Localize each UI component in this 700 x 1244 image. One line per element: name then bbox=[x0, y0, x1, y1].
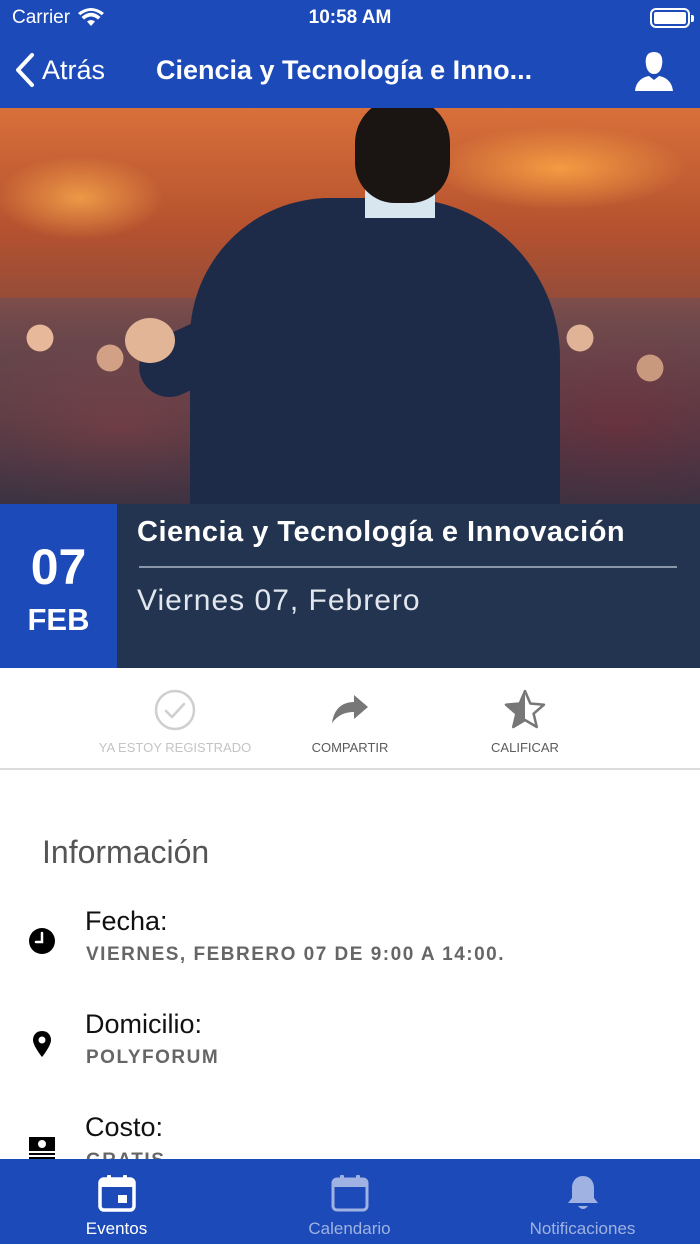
info-label-date: Fecha: bbox=[85, 906, 168, 936]
speaker-hand-graphic bbox=[125, 318, 175, 363]
event-detail-screen: Carrier 10:58 AM Atrás Ciencia y Tecnolo… bbox=[0, 0, 700, 1244]
tab-eventos-label: Eventos bbox=[85, 1219, 148, 1238]
event-header-band: 07 FEB Ciencia y Tecnología e Innovación… bbox=[0, 504, 700, 668]
event-month: FEB bbox=[27, 602, 90, 637]
navigation-bar: Atrás Ciencia y Tecnología e Inno... bbox=[0, 36, 700, 108]
check-circle-icon bbox=[154, 689, 196, 731]
info-label-address: Domicilio: bbox=[85, 1009, 203, 1039]
registered-button[interactable]: YA ESTOY REGISTRADO bbox=[75, 688, 275, 755]
share-arrow-icon bbox=[332, 695, 368, 723]
rate-button[interactable]: CALIFICAR bbox=[425, 688, 625, 755]
tab-notificaciones[interactable]: Notificaciones bbox=[466, 1173, 699, 1239]
money-icon bbox=[29, 1137, 55, 1159]
back-label: Atrás bbox=[42, 54, 106, 85]
clock-icon bbox=[29, 928, 55, 954]
battery-icon bbox=[650, 8, 694, 28]
calendar-icon bbox=[331, 1175, 368, 1212]
event-date-text: Viernes 07, Febrero bbox=[137, 584, 421, 617]
info-value-address: POLYFORUM bbox=[86, 1047, 220, 1068]
speaker-head-graphic bbox=[355, 108, 450, 203]
info-label-cost: Costo: bbox=[85, 1112, 164, 1142]
event-hero-image bbox=[0, 108, 700, 504]
tab-eventos[interactable]: Eventos bbox=[0, 1173, 233, 1239]
tab-bar: Eventos Calendario Notificaciones bbox=[0, 1159, 700, 1244]
event-title: Ciencia y Tecnología e Innovación bbox=[137, 516, 626, 548]
registered-label: YA ESTOY REGISTRADO bbox=[98, 740, 252, 755]
star-icon bbox=[504, 689, 546, 729]
info-value-date: VIERNES, FEBRERO 07 DE 9:00 A 14:00. bbox=[86, 944, 505, 965]
share-label: COMPARTIR bbox=[311, 740, 389, 755]
tab-notificaciones-label: Notificaciones bbox=[529, 1219, 636, 1238]
status-bar: Carrier 10:58 AM bbox=[0, 0, 700, 36]
info-heading: Información bbox=[42, 834, 210, 870]
event-day: 07 bbox=[30, 539, 87, 595]
nav-title: Ciencia y Tecnología e Inno... bbox=[156, 55, 533, 85]
status-time: 10:58 AM bbox=[308, 7, 392, 28]
user-profile-icon[interactable] bbox=[632, 49, 676, 93]
bell-icon bbox=[567, 1176, 598, 1209]
calendar-day-icon bbox=[97, 1175, 136, 1212]
back-button[interactable]: Atrás bbox=[14, 52, 105, 88]
rate-label: CALIFICAR bbox=[491, 740, 559, 755]
share-button[interactable]: COMPARTIR bbox=[250, 688, 450, 755]
location-pin-icon bbox=[33, 1031, 51, 1057]
event-date-badge: 07 FEB bbox=[0, 504, 117, 668]
info-row-date: Fecha: VIERNES, FEBRERO 07 DE 9:00 A 14:… bbox=[0, 906, 700, 996]
tab-calendario[interactable]: Calendario bbox=[233, 1173, 466, 1239]
chevron-left-icon bbox=[16, 53, 34, 87]
tab-calendario-label: Calendario bbox=[308, 1219, 391, 1238]
info-row-address: Domicilio: POLYFORUM bbox=[0, 1009, 700, 1099]
speaker-body-graphic bbox=[190, 198, 560, 504]
divider bbox=[139, 566, 677, 568]
action-row: YA ESTOY REGISTRADO COMPARTIR CALIFICAR bbox=[0, 668, 700, 770]
top-bar: Carrier 10:58 AM Atrás Ciencia y Tecnolo… bbox=[0, 0, 700, 108]
